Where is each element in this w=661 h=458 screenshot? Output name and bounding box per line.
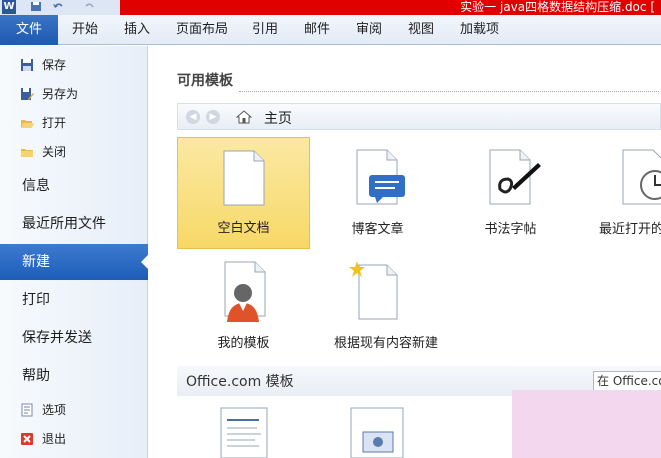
overlay-block [512, 390, 661, 458]
tab-mailings[interactable]: 邮件 [304, 15, 330, 45]
nav-exit-label: 退出 [42, 432, 67, 446]
template-recent[interactable]: 最近打开的 [577, 137, 661, 249]
nav-exit[interactable]: 退出 [0, 425, 148, 453]
close-folder-icon [21, 149, 33, 157]
nav-open-label: 打开 [42, 116, 67, 130]
back-arrow-icon[interactable]: ◀ [186, 110, 200, 124]
nav-new[interactable]: 新建 [0, 244, 149, 280]
template-blank-label: 空白文档 [217, 221, 270, 236]
tab-page-layout[interactable]: 页面布局 [176, 15, 228, 45]
my-templates-icon [224, 261, 266, 322]
home-icon[interactable] [236, 109, 252, 125]
title-bar: W 实验一 java四格数据结构压缩.doc [ [0, 0, 661, 15]
nav-save-label: 保存 [42, 58, 67, 72]
tab-home[interactable]: 开始 [72, 15, 98, 45]
options-icon [21, 403, 33, 417]
available-templates-heading: 可用模板 [177, 73, 233, 89]
nav-save-send[interactable]: 保存并发送 [0, 320, 148, 356]
nav-save[interactable]: 保存 [0, 51, 148, 79]
breadcrumb-home[interactable]: 主页 [264, 108, 292, 128]
tab-view[interactable]: 视图 [408, 15, 434, 45]
template-my-label: 我的模板 [217, 336, 270, 351]
nav-open[interactable]: 打开 [0, 109, 148, 137]
save-icon [21, 59, 33, 71]
nav-options-label: 选项 [42, 403, 67, 417]
office-search-input[interactable]: 在 Office.com 上 [593, 371, 661, 391]
template-calligraphy-label: 书法字帖 [484, 222, 537, 237]
template-my-templates[interactable]: 我的模板 [177, 251, 310, 363]
nav-close[interactable]: 关闭 [0, 138, 148, 166]
tab-file[interactable]: 文件 [0, 15, 58, 45]
nav-info[interactable]: 信息 [0, 168, 148, 204]
blank-document-icon [223, 150, 265, 206]
calligraphy-icon [489, 149, 541, 205]
recent-templates-icon [622, 149, 661, 205]
tab-review[interactable]: 审阅 [356, 15, 382, 45]
office-template-certificate-icon[interactable] [349, 406, 405, 458]
office-templates-heading: Office.com 模板 [186, 374, 294, 390]
office-template-document-icon[interactable] [219, 406, 269, 458]
title-band: 实验一 java四格数据结构压缩.doc [ [120, 0, 661, 15]
ribbon-tabs: 文件 开始 插入 页面布局 引用 邮件 审阅 视图 加载项 [0, 15, 661, 45]
nav-save-as-label: 另存为 [42, 87, 79, 101]
template-blog-label: 博客文章 [351, 222, 404, 237]
nav-print[interactable]: 打印 [0, 282, 148, 318]
tab-insert[interactable]: 插入 [124, 15, 150, 45]
nav-save-as[interactable]: 另存为 [0, 80, 148, 108]
open-folder-icon [21, 120, 34, 128]
template-calligraphy[interactable]: 书法字帖 [444, 137, 577, 249]
template-navbar: ◀ ▶ 主页 [177, 103, 661, 130]
tab-add-ins[interactable]: 加载项 [460, 15, 499, 45]
nav-recent[interactable]: 最近所用文件 [0, 206, 148, 242]
nav-options[interactable]: 选项 [0, 396, 148, 424]
template-existing-label: 根据现有内容新建 [333, 336, 438, 351]
redo-icon[interactable] [84, 1, 96, 12]
template-new-from-existing[interactable]: 根据现有内容新建 [311, 251, 461, 363]
template-blank-document[interactable]: 空白文档 [177, 137, 310, 249]
undo-icon[interactable] [52, 1, 64, 12]
blog-post-icon [356, 149, 405, 205]
quick-save-icon[interactable] [30, 1, 42, 12]
backstage-nav: 保存 另存为 打开 关闭 信息 最近所用文件 新建 打印 保存并发送 帮助 选项… [0, 46, 149, 458]
nav-help[interactable]: 帮助 [0, 358, 148, 394]
save-as-icon [21, 88, 34, 100]
word-app-icon[interactable]: W [2, 0, 16, 14]
section-divider [239, 91, 659, 92]
document-title: 实验一 java四格数据结构压缩.doc [ [460, 0, 655, 14]
template-recent-label: 最近打开的 [599, 222, 661, 237]
nav-close-label: 关闭 [42, 145, 67, 159]
tab-references[interactable]: 引用 [252, 15, 278, 45]
exit-icon [21, 433, 33, 445]
template-blog-post[interactable]: 博客文章 [311, 137, 444, 249]
forward-arrow-icon[interactable]: ▶ [206, 110, 220, 124]
new-from-existing-icon [349, 261, 398, 320]
